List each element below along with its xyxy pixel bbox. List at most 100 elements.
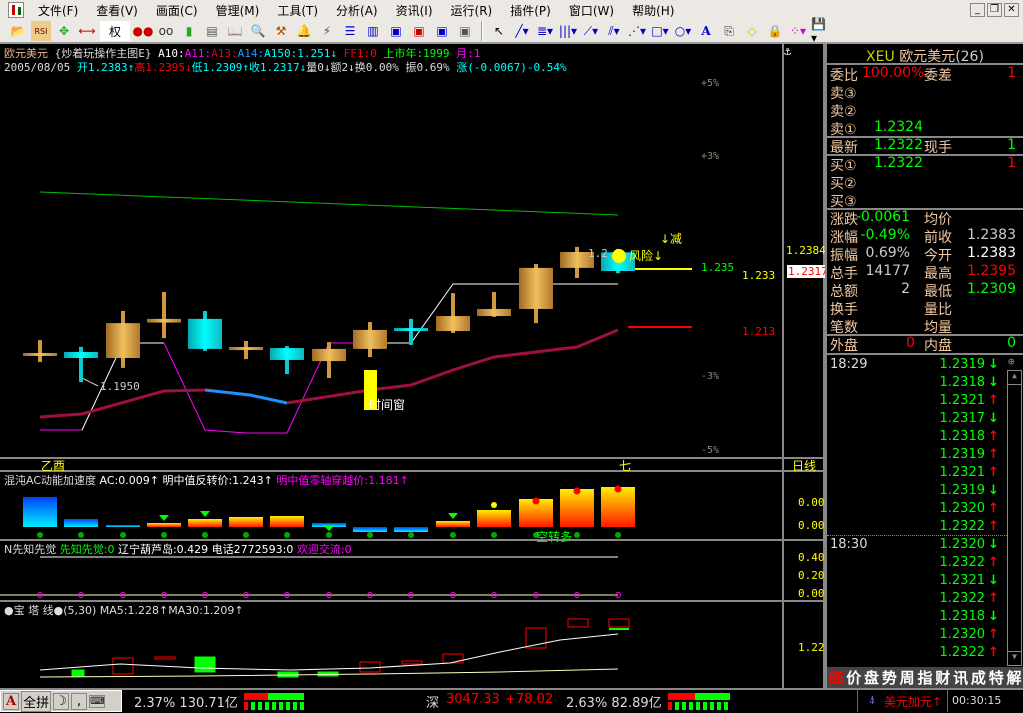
quote-tab[interactable]: 价 [845, 667, 863, 688]
parallel-lines-icon[interactable]: ⋰▾ [627, 21, 647, 41]
lock-icon[interactable]: 🔒 [765, 21, 785, 41]
arrows-horizontal-icon[interactable]: ⟷ [77, 21, 97, 41]
fan-lines-icon[interactable]: ⟋▾ [581, 21, 601, 41]
candle[interactable] [436, 293, 470, 334]
traffic-light-icon[interactable]: ●● [133, 21, 154, 41]
menu-item[interactable]: 管理(M) [206, 2, 268, 19]
eraser-icon[interactable]: ◇ [742, 21, 762, 41]
bt-panel-title: ●宝 塔 线●(5,30) MA5:1.228↑MA30:1.209↑ [4, 602, 244, 618]
open-folder-icon[interactable]: 📂 [8, 21, 28, 41]
scroll-down-icon[interactable]: ▼ [1008, 651, 1021, 665]
quote-tab[interactable]: 周 [898, 667, 916, 688]
tick-list[interactable]: 18:29 1.2319 ↓ 1.2318 ↓ 1.2321 ↑ 1.2317 ↓ 1.2318 ↑… [827, 355, 1007, 668]
quote-tab[interactable]: 势 [880, 667, 898, 688]
tick-row: 1.2318 ↓ [939, 375, 1000, 390]
menu-item[interactable]: 工具(T) [267, 2, 326, 19]
quote-tab[interactable]: 盘 [863, 667, 881, 688]
line-tool-icon[interactable]: ╱▾ [512, 21, 532, 41]
n-indicator-name[interactable]: N先知先觉 [4, 543, 56, 556]
quote-tab[interactable]: 财 [934, 667, 952, 688]
menu-item[interactable]: 帮助(H) [622, 2, 682, 19]
menu-item[interactable]: 查看(V) [86, 2, 146, 19]
alert-text[interactable]: 美元加元↑ [884, 693, 942, 710]
punctuation-icon[interactable]: , [71, 692, 88, 710]
candle[interactable] [477, 291, 511, 317]
move-icon[interactable]: ✥ [54, 21, 74, 41]
minimize-button[interactable]: _ [970, 3, 985, 17]
document-icon[interactable]: ▮ [179, 21, 199, 41]
color-palette-icon[interactable]: ⁘▾ [788, 21, 808, 41]
pages-icon[interactable]: ▤ [202, 21, 222, 41]
keyboard-icon[interactable]: ⌨ [89, 694, 106, 708]
menu-item[interactable]: 分析(A) [326, 2, 386, 19]
alarm-bell-icon[interactable]: 🔔 [294, 21, 314, 41]
rectangle-icon[interactable]: □▾ [650, 21, 670, 41]
menu-bar: 文件(F) 查看(V) 画面(C) 管理(M) 工具(T) 分析(A) 资讯(I) 运行(R)… [0, 0, 1023, 20]
layout-rows-icon[interactable]: ☰ [340, 21, 360, 41]
menu-item[interactable]: 窗口(W) [559, 2, 622, 19]
candle[interactable] [312, 342, 346, 379]
vertical-lines-icon[interactable]: |||▾ [558, 21, 578, 41]
anchor-icon[interactable]: ⚓ [784, 44, 791, 58]
ac-bar [147, 523, 181, 527]
ime-mode-button[interactable]: A [3, 692, 20, 710]
period-label[interactable]: 日线 [792, 457, 816, 474]
menu-item[interactable]: 运行(R) [441, 2, 501, 19]
candle[interactable] [64, 346, 98, 383]
candle[interactable] [394, 318, 428, 345]
window-chart-icon[interactable]: ▣ [386, 21, 406, 41]
layout-columns-icon[interactable]: ▥ [363, 21, 383, 41]
book-icon[interactable]: 📖 [225, 21, 245, 41]
moon-icon[interactable]: ☽ [53, 692, 70, 710]
circle-icon[interactable]: ○▾ [673, 21, 693, 41]
candle[interactable] [147, 291, 181, 339]
ac-dot [574, 532, 580, 538]
close-button[interactable]: ✕ [1004, 3, 1019, 17]
plug-icon[interactable]: ⚡ [317, 21, 337, 41]
menu-item[interactable]: 文件(F) [28, 2, 86, 19]
menu-item[interactable]: 插件(P) [500, 2, 559, 19]
signal-tower-icon[interactable]: ⍋ [869, 693, 876, 707]
save-icon[interactable]: 💾▾ [811, 17, 831, 45]
quote-tab[interactable]: 解 [1005, 667, 1023, 688]
copy-icon[interactable]: ⎘ [719, 21, 739, 41]
glasses-icon[interactable]: oo [156, 21, 176, 41]
bt-indicator-name[interactable]: ●宝 塔 线● [4, 604, 63, 617]
quote-tab[interactable]: 讯 [952, 667, 970, 688]
quote-tab[interactable]: 成 [970, 667, 988, 688]
window-blue-icon[interactable]: ▣ [432, 21, 452, 41]
quote-tab[interactable]: 细 [827, 667, 845, 688]
window-red-icon[interactable]: ▣ [409, 21, 429, 41]
ime-toolbar[interactable]: A 全拼 ☽ , ⌨ [0, 690, 122, 712]
menu-item[interactable]: 资讯(I) [386, 2, 441, 19]
chart-canvas[interactable] [0, 44, 825, 688]
candle[interactable] [23, 340, 57, 362]
crosshair-icon[interactable]: ⊕ [1008, 355, 1020, 368]
window-line-icon[interactable]: ▣ [455, 21, 475, 41]
quote-tab[interactable]: 指 [916, 667, 934, 688]
search-icon[interactable]: 🔍 [248, 21, 268, 41]
fibonacci-icon[interactable]: ≣▾ [535, 21, 555, 41]
rsi-button[interactable]: RSI [31, 21, 51, 41]
tick-list-scrollbar[interactable]: ▲ ▼ [1007, 370, 1022, 666]
green-down-arrow-icon [448, 513, 458, 519]
channel-icon[interactable]: ⫽▾ [604, 21, 624, 41]
ime-pinyin-button[interactable]: 全拼 [21, 690, 52, 712]
candle[interactable] [270, 346, 304, 375]
rights-dropdown[interactable]: 权 [100, 21, 130, 41]
tick-row: 1.2322 ↑ [939, 591, 1000, 606]
menu-item[interactable]: 画面(C) [146, 2, 206, 19]
scroll-up-icon[interactable]: ▲ [1008, 371, 1021, 385]
restore-button[interactable]: ❐ [987, 3, 1002, 17]
candle[interactable] [106, 310, 140, 368]
ac-indicator-name[interactable]: 混沌AC动能加速度 [4, 474, 96, 487]
tools-icon[interactable]: ⚒ [271, 21, 291, 41]
chart-area[interactable]: 欧元美元 {炒着玩操作主图E} A10:A11:A13:A14:A150:1.2… [0, 44, 829, 688]
candle[interactable] [519, 263, 553, 324]
pointer-icon[interactable]: ↖ [489, 21, 509, 41]
quote-tab[interactable]: 特 [987, 667, 1005, 688]
candle[interactable] [229, 340, 263, 360]
text-tool-icon[interactable]: A [696, 21, 716, 41]
candle[interactable] [353, 321, 387, 358]
candle[interactable] [188, 310, 222, 351]
